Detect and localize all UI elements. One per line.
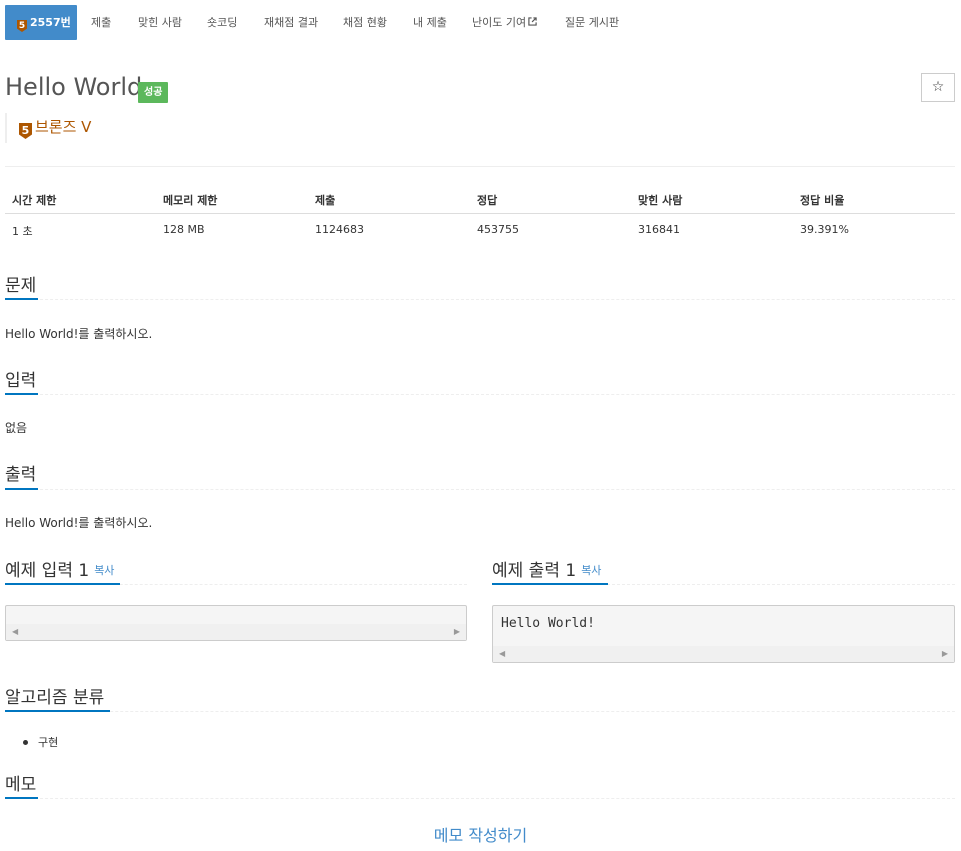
table-header-memory-limit: 메모리 제한 xyxy=(163,194,218,207)
table-header-accepted: 정답 xyxy=(477,194,498,207)
section-underline xyxy=(5,797,38,799)
section-divider xyxy=(5,394,955,395)
tab-short-coding[interactable]: 숏코딩 xyxy=(207,5,237,40)
write-memo-link[interactable]: 메모 작성하기 xyxy=(0,822,961,846)
tab-my-submissions[interactable]: 내 제출 xyxy=(413,5,447,40)
memo-section-header: 메모 xyxy=(5,775,37,795)
horizontal-scrollbar[interactable]: ◀ ▶ xyxy=(493,646,954,662)
tab-solved-users[interactable]: 맞힌 사람 xyxy=(138,5,182,40)
status-badge: 성공 xyxy=(138,82,169,103)
section-divider xyxy=(5,489,955,490)
section-underline xyxy=(5,298,38,300)
section-divider xyxy=(5,711,955,712)
table-cell-memory-limit: 128 MB xyxy=(163,223,205,236)
scroll-left-arrow-icon[interactable]: ◀ xyxy=(499,646,505,662)
table-divider xyxy=(5,213,955,214)
algorithm-section-header: 알고리즘 분류 xyxy=(5,688,105,708)
section-underline xyxy=(5,583,120,585)
table-cell-accept-ratio: 39.391% xyxy=(800,223,849,236)
section-divider xyxy=(5,299,955,300)
tab-problem[interactable]: 5 2557번 xyxy=(5,5,77,40)
horizontal-scrollbar[interactable]: ◀ ▶ xyxy=(6,624,466,640)
sample-output-title: 예제 출력 1 xyxy=(492,561,577,581)
list-bullet xyxy=(23,740,28,745)
external-link-icon xyxy=(528,17,537,26)
scroll-right-arrow-icon[interactable]: ▶ xyxy=(454,624,460,640)
tab-difficulty-contribution[interactable]: 난이도 기여 xyxy=(472,5,537,40)
input-description: 없음 xyxy=(5,421,28,435)
table-cell-accepted: 453755 xyxy=(477,223,519,236)
sample-input-title: 예제 입력 1 xyxy=(5,561,90,581)
divider xyxy=(5,166,955,167)
tab-question-board[interactable]: 질문 게시판 xyxy=(565,5,619,40)
section-underline xyxy=(5,488,38,490)
problem-title: Hello World xyxy=(5,73,143,101)
table-header-accept-ratio: 정답 비율 xyxy=(800,194,845,207)
sample-output-header: 예제 출력 1 복사 xyxy=(492,556,601,581)
sample-input-box[interactable]: ◀ ▶ xyxy=(5,605,467,641)
input-section-header: 입력 xyxy=(5,371,37,391)
scroll-left-arrow-icon[interactable]: ◀ xyxy=(12,624,18,640)
output-description: Hello World!를 출력하시오. xyxy=(5,516,153,530)
scroll-right-arrow-icon[interactable]: ▶ xyxy=(942,646,948,662)
section-underline xyxy=(492,583,608,585)
favorite-star-button[interactable]: ☆ xyxy=(921,73,955,102)
tier-label: 브론즈 V xyxy=(35,118,92,136)
problem-tier: 5 브론즈 V xyxy=(5,113,91,143)
sample-output-text: Hello World! xyxy=(501,616,595,631)
sample-output-box[interactable]: Hello World! ◀ ▶ xyxy=(492,605,955,663)
star-icon: ☆ xyxy=(931,79,945,95)
problem-nav: 5 2557번 제출 맞힌 사람 숏코딩 재채점 결과 채점 현황 내 제출 난이… xyxy=(5,5,955,40)
table-cell-time-limit: 1 초 xyxy=(12,225,33,238)
algorithm-tag-implementation[interactable]: 구현 xyxy=(38,734,58,750)
table-header-solved-users: 맞힌 사람 xyxy=(638,194,683,207)
section-underline xyxy=(5,710,110,712)
tab-problem-label: 2557번 xyxy=(30,16,71,29)
problem-section-header: 문제 xyxy=(5,276,37,296)
output-section-header: 출력 xyxy=(5,465,37,485)
table-header-time-limit: 시간 제한 xyxy=(12,194,57,207)
bronze-tier-icon: 5 xyxy=(19,123,32,139)
tab-judge-status[interactable]: 채점 현황 xyxy=(343,5,387,40)
section-underline xyxy=(5,393,38,395)
table-cell-submissions: 1124683 xyxy=(315,223,364,236)
bronze-tier-icon: 5 xyxy=(17,20,27,32)
copy-sample-input-link[interactable]: 복사 xyxy=(94,564,114,577)
table-cell-solved-users: 316841 xyxy=(638,223,680,236)
section-divider xyxy=(5,798,955,799)
tab-submit[interactable]: 제출 xyxy=(91,5,111,40)
sample-input-header: 예제 입력 1 복사 xyxy=(5,556,114,581)
table-header-submissions: 제출 xyxy=(315,194,336,207)
copy-sample-output-link[interactable]: 복사 xyxy=(581,564,601,577)
problem-description: Hello World!를 출력하시오. xyxy=(5,327,153,341)
tab-difficulty-label: 난이도 기여 xyxy=(472,16,527,29)
tab-rejudge-result[interactable]: 재채점 결과 xyxy=(264,5,318,40)
